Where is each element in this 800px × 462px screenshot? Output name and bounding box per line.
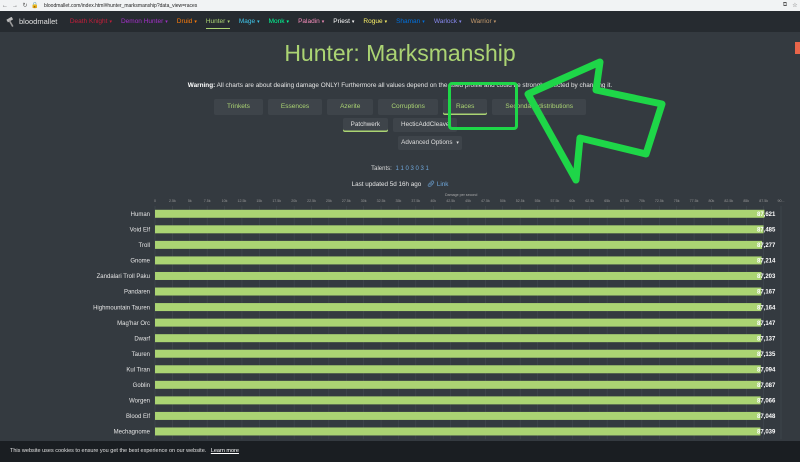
learn-more-link[interactable]: Learn more (211, 448, 239, 454)
cookie-text: This website uses cookies to ensure you … (10, 448, 207, 454)
pointer-arrow-icon (524, 58, 666, 184)
cookie-banner: This website uses cookies to ensure you … (0, 441, 800, 462)
